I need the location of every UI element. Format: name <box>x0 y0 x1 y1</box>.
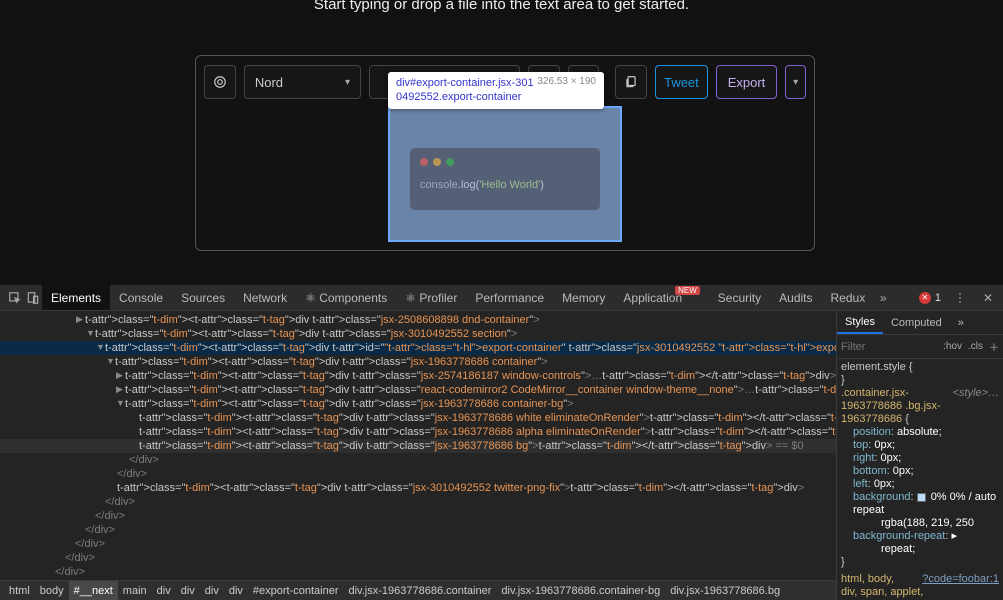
tagline: Start typing or drop a file into the tex… <box>0 0 1003 13</box>
inspector-tooltip: div#export-container.jsx-3010492552.expo… <box>388 72 604 109</box>
styles-filter-row: :hov .cls ＋ <box>837 335 1003 359</box>
dom-line[interactable]: t-attr">class="t-dim"><t-attr">class="t-… <box>0 481 836 495</box>
tab-audits[interactable]: Audits <box>770 285 821 310</box>
tab-network[interactable]: Network <box>234 285 296 310</box>
dom-line[interactable]: ▶t-attr">class="t-dim"><t-attr">class="t… <box>0 313 836 327</box>
dom-line[interactable]: </div> <box>0 467 836 481</box>
tab-security[interactable]: Security <box>709 285 770 310</box>
tab--components[interactable]: ⚛ Components <box>296 285 396 310</box>
error-icon: ✕ <box>919 292 931 304</box>
new-badge: NEW <box>675 286 700 295</box>
dom-line[interactable]: </div> <box>0 565 836 579</box>
tab--profiler[interactable]: ⚛ Profiler <box>396 285 466 310</box>
dom-line[interactable]: ▼t-attr">class="t-dim"><t-attr">class="t… <box>0 341 836 355</box>
tab-sources[interactable]: Sources <box>172 285 234 310</box>
theme-select[interactable]: Nord ▾ <box>244 65 361 99</box>
add-rule-icon[interactable]: ＋ <box>989 339 999 354</box>
crumb[interactable]: div.jsx-1963778686.bg <box>665 581 785 600</box>
tab-elements[interactable]: Elements <box>42 285 110 310</box>
dom-line[interactable]: t-attr">class="t-dim"><t-attr">class="t-… <box>0 411 836 425</box>
dom-line[interactable]: </div> <box>0 523 836 537</box>
preview-area: console.log('Hello World') <box>204 106 806 242</box>
dom-line[interactable]: t-attr">class="t-dim"><t-attr">class="t-… <box>0 439 836 453</box>
export-container-highlight: console.log('Hello World') <box>388 106 622 242</box>
crumb[interactable]: div <box>224 581 248 600</box>
crumb[interactable]: #export-container <box>248 581 344 600</box>
styles-filter-input[interactable] <box>841 341 937 353</box>
dom-line[interactable]: ▶t-attr">class="t-dim"><t-attr">class="t… <box>0 383 836 397</box>
dom-line[interactable]: ▼t-attr">class="t-dim"><t-attr">class="t… <box>0 397 836 411</box>
tab-memory[interactable]: Memory <box>553 285 614 310</box>
tooltip-dimensions: 326.53 × 190 <box>537 76 596 87</box>
tab-redux[interactable]: Redux <box>822 285 875 310</box>
error-count[interactable]: ✕ 1 <box>919 292 941 304</box>
styles-tab-computed[interactable]: Computed <box>883 311 950 334</box>
tooltip-selector: div#export-container.jsx-3010492552.expo… <box>396 76 537 105</box>
tab-application[interactable]: ApplicationNEW <box>614 285 708 310</box>
crumb[interactable]: div.jsx-1963778686.container-bg <box>496 581 665 600</box>
dom-line[interactable]: </div> <box>0 551 836 565</box>
cls-toggle[interactable]: .cls <box>968 341 983 352</box>
crumb[interactable]: body <box>35 581 69 600</box>
dom-tree[interactable]: ▶t-attr">class="t-dim"><t-attr">class="t… <box>0 311 836 580</box>
code-editor[interactable]: console.log('Hello World') <box>410 148 600 210</box>
devtools-panel: ElementsConsoleSourcesNetwork⚛ Component… <box>0 285 1003 600</box>
dom-line[interactable]: ▼t-attr">class="t-dim"><t-attr">class="t… <box>0 355 836 369</box>
dom-line[interactable]: ▼t-attr">class="t-dim"><t-attr">class="t… <box>0 327 836 341</box>
crumb[interactable]: div <box>152 581 176 600</box>
code-line: console.log('Hello World') <box>420 178 590 191</box>
dom-line[interactable]: ▶t-attr">class="t-dim"><t-attr">class="t… <box>0 369 836 383</box>
dom-line[interactable]: </div> <box>0 453 836 467</box>
export-dropdown[interactable]: ▾ <box>785 65 806 99</box>
close-icon[interactable]: ✕ <box>979 291 997 305</box>
device-icon[interactable] <box>24 291 42 305</box>
crumb[interactable]: div <box>200 581 224 600</box>
theme-label: Nord <box>255 75 283 90</box>
more-styles-icon[interactable]: » <box>950 311 972 334</box>
close-dot-icon <box>420 158 428 166</box>
styles-panel: StylesComputed» :hov .cls ＋ element.styl… <box>836 311 1003 600</box>
more-tabs-icon[interactable]: » <box>874 291 892 305</box>
hov-toggle[interactable]: :hov <box>943 341 962 352</box>
dom-line[interactable]: </div> <box>0 537 836 551</box>
breadcrumb[interactable]: htmlbody#__nextmaindivdivdivdiv#export-c… <box>0 580 836 600</box>
zoom-dot-icon <box>446 158 454 166</box>
crumb[interactable]: div <box>176 581 200 600</box>
dom-line[interactable]: </div> <box>0 509 836 523</box>
copy-icon[interactable] <box>615 65 647 99</box>
dom-line[interactable]: t-attr">class="t-dim"><t-attr">class="t-… <box>0 425 836 439</box>
inspect-icon[interactable] <box>6 291 24 305</box>
crumb[interactable]: #__next <box>69 581 118 600</box>
tweet-button[interactable]: Tweet <box>655 65 707 99</box>
devtools-tabbar: ElementsConsoleSourcesNetwork⚛ Component… <box>0 285 1003 311</box>
export-button[interactable]: Export <box>716 65 778 99</box>
minimize-dot-icon <box>433 158 441 166</box>
styles-tab-styles[interactable]: Styles <box>837 311 883 334</box>
styles-body[interactable]: element.style {}<style>….container.jsx-1… <box>837 359 1003 600</box>
chevron-down-icon: ▾ <box>345 77 350 88</box>
window-controls <box>420 158 590 166</box>
crumb[interactable]: html <box>4 581 35 600</box>
dom-line[interactable]: </div> <box>0 495 836 509</box>
tab-performance[interactable]: Performance <box>466 285 553 310</box>
crumb[interactable]: main <box>118 581 152 600</box>
settings-icon[interactable] <box>204 65 236 99</box>
tab-console[interactable]: Console <box>110 285 172 310</box>
kebab-icon[interactable]: ⋮ <box>951 291 969 305</box>
crumb[interactable]: div.jsx-1963778686.container <box>344 581 497 600</box>
dom-line[interactable]: ▶<footer role="contentinfo" class="jsx-2… <box>0 579 836 580</box>
